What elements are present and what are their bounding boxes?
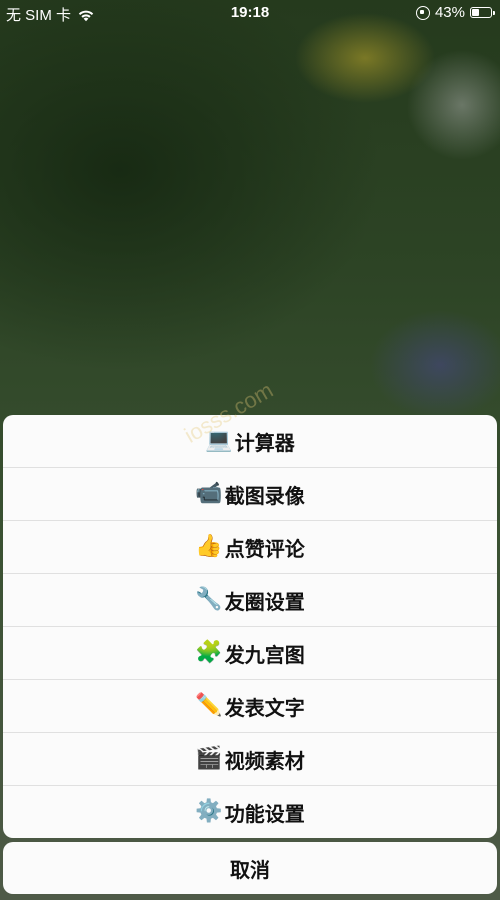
status-bar: 无 SIM 卡 19:18 43%	[0, 0, 500, 26]
gear-icon: ⚙️	[195, 799, 223, 824]
menu-item-label: 发表文字	[224, 695, 305, 720]
video-camera-icon: 📹	[195, 481, 223, 506]
thumbs-up-icon: 👍	[195, 534, 223, 559]
rotation-lock-icon	[415, 5, 430, 20]
menu-item-label: 计算器	[234, 430, 295, 455]
wrench-icon: 🔧	[195, 587, 223, 612]
menu-item-label: 点赞评论	[224, 536, 305, 561]
pencil-icon: ✏️	[195, 693, 223, 718]
clapper-board-icon: 🎬	[195, 746, 223, 771]
status-right: 43%	[415, 4, 495, 21]
menu-item-post-text[interactable]: ✏️ 发表文字	[3, 680, 497, 733]
menu-item-label: 截图录像	[224, 483, 305, 508]
action-sheet: 💻 计算器 📹 截图录像 👍 点赞评论 🔧 友圈设置 🧩 发九宫图 ✏️ 发表文…	[3, 415, 497, 838]
menu-item-screen-record[interactable]: 📹 截图录像	[3, 468, 497, 521]
cancel-button[interactable]: 取消	[3, 842, 497, 894]
menu-item-moments-settings[interactable]: 🔧 友圈设置	[3, 574, 497, 627]
menu-item-video-material[interactable]: 🎬 视频素材	[3, 733, 497, 786]
menu-item-function-settings[interactable]: ⚙️ 功能设置	[3, 786, 497, 838]
battery-icon	[470, 7, 495, 18]
menu-item-label: 功能设置	[224, 801, 305, 826]
battery-percent: 43%	[434, 4, 465, 21]
puzzle-icon: 🧩	[195, 640, 223, 665]
menu-item-label: 视频素材	[224, 748, 305, 773]
menu-item-label: 友圈设置	[224, 589, 305, 614]
menu-item-like-comment[interactable]: 👍 点赞评论	[3, 521, 497, 574]
menu-item-label: 发九宫图	[224, 642, 305, 667]
screen: 无 SIM 卡 19:18 43% 💻 计算器 📹 截图录像 👍 点赞评论 🔧 …	[0, 0, 500, 900]
laptop-icon: 💻	[205, 428, 233, 453]
menu-item-nine-grid[interactable]: 🧩 发九宫图	[3, 627, 497, 680]
menu-item-calculator[interactable]: 💻 计算器	[3, 415, 497, 468]
